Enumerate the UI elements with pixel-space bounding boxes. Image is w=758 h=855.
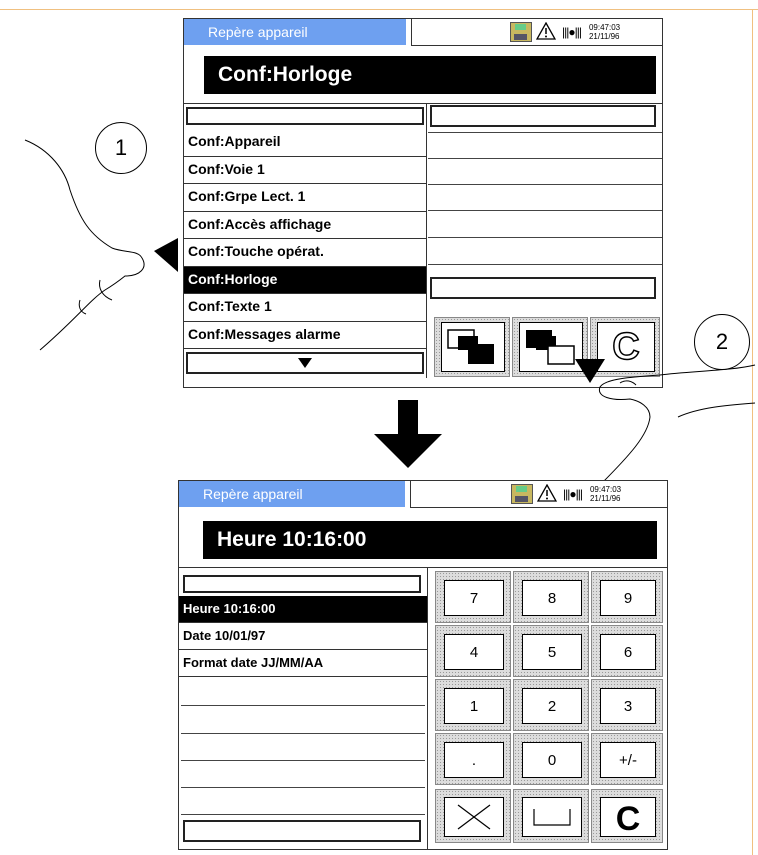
clear-icon: C	[616, 800, 641, 834]
floppy-icon	[510, 22, 532, 42]
keypad-key-label: 8	[522, 580, 582, 616]
clock-time: 09:47:03	[589, 485, 622, 494]
callout-2: 2	[694, 314, 750, 370]
keypad-key[interactable]: 2	[513, 679, 589, 731]
status-area: |||●||| 09:47:03 21/11/96	[411, 19, 662, 46]
keypad-key-label: 6	[600, 634, 656, 670]
signal-icon: |||●|||	[562, 25, 582, 39]
page-left-icon	[447, 329, 494, 364]
signal-icon: |||●|||	[563, 487, 583, 501]
field-item[interactable]: Date 10/01/97	[179, 623, 427, 650]
keypad-key[interactable]: 5	[513, 625, 589, 677]
screen-clock-edit: Repère appareil |||●||| 09:47:03 21/11/9…	[178, 480, 668, 850]
pointing-hand-right	[575, 359, 756, 486]
keypad-key[interactable]: .	[435, 733, 511, 785]
keypad-key-label: 9	[600, 580, 656, 616]
keypad-key[interactable]: 3	[591, 679, 663, 731]
menu-item[interactable]: Conf:Appareil	[184, 129, 426, 157]
keypad-key-label: 2	[522, 688, 582, 724]
callout-1: 1	[95, 122, 147, 174]
clock: 09:47:03 21/11/96	[589, 23, 620, 41]
keypad-key[interactable]: 1	[435, 679, 511, 731]
clear-button[interactable]: C	[591, 789, 663, 843]
menu-item[interactable]: Conf:Horloge	[184, 266, 426, 294]
instrument-tag: Repère appareil	[179, 481, 405, 507]
keypad-key[interactable]: 9	[591, 571, 663, 623]
cancel-button[interactable]	[435, 789, 511, 843]
keypad-key-label: 4	[444, 634, 504, 670]
clock: 09:47:03 21/11/96	[590, 485, 621, 503]
cancel-icon	[457, 804, 491, 830]
triangle-down-icon	[298, 358, 312, 368]
list-header-box	[186, 107, 424, 125]
menu-item[interactable]: Conf:Grpe Lect. 1	[184, 184, 426, 212]
screen-config-menu: Repère appareil |||●||| 09:47:03 21/11/9…	[183, 18, 663, 388]
status-area: |||●||| 09:47:03 21/11/96	[410, 481, 667, 508]
page-title: Conf:Horloge	[204, 56, 656, 94]
instrument-tag: Repère appareil	[184, 19, 406, 45]
clock-date: 21/11/96	[588, 32, 620, 41]
keypad-key[interactable]: +/-	[591, 733, 663, 785]
scroll-box[interactable]	[183, 820, 421, 842]
scroll-down-button[interactable]	[186, 352, 424, 374]
space-button[interactable]	[513, 789, 589, 843]
keypad-key[interactable]: 0	[513, 733, 589, 785]
frame-line-top	[0, 9, 758, 10]
keypad-key-label: 1	[444, 688, 504, 724]
page-title: Heure 10:16:00	[203, 521, 657, 559]
keypad-key-label: +/-	[600, 742, 656, 778]
floppy-icon	[511, 484, 533, 504]
warning-icon	[536, 483, 558, 505]
field-item[interactable]: Heure 10:16:00	[179, 596, 427, 623]
keypad-key-label: .	[444, 742, 504, 778]
clock-date: 21/11/96	[589, 494, 621, 503]
value-header-box	[430, 105, 656, 127]
menu-item[interactable]: Conf:Accès affichage	[184, 212, 426, 239]
keypad-key-label: 7	[444, 580, 504, 616]
keypad-key[interactable]: 7	[435, 571, 511, 623]
field-item[interactable]: Format date JJ/MM/AA	[179, 650, 427, 677]
space-icon	[533, 809, 571, 826]
keypad-key-label: 3	[600, 688, 656, 724]
menu-item[interactable]: Conf:Voie 1	[184, 157, 426, 184]
page-left-button[interactable]	[434, 317, 510, 377]
warning-icon	[535, 21, 557, 43]
menu-item[interactable]: Conf:Messages alarme	[184, 322, 426, 349]
clock-time: 09:47:03	[588, 23, 621, 32]
svg-text:C: C	[616, 800, 641, 834]
list-header-box	[183, 575, 421, 593]
keypad-key[interactable]: 8	[513, 571, 589, 623]
keypad-key-label: 0	[522, 742, 582, 778]
keypad-key[interactable]: 6	[591, 625, 663, 677]
menu-item[interactable]: Conf:Texte 1	[184, 294, 426, 322]
menu-item[interactable]: Conf:Touche opérat.	[184, 239, 426, 267]
keypad-key[interactable]: 4	[435, 625, 511, 677]
keypad-key-label: 5	[522, 634, 582, 670]
value-input-box[interactable]	[430, 277, 656, 299]
transition-arrow-icon	[374, 400, 442, 468]
